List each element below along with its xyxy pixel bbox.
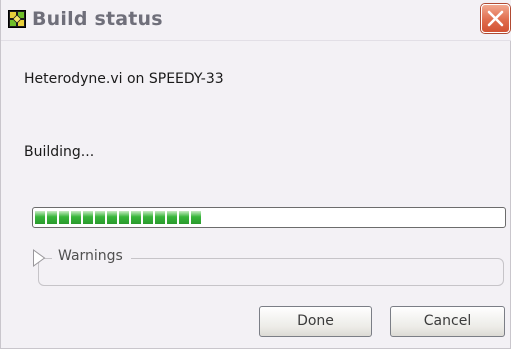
progress-segment [71,211,81,224]
progress-segment [59,211,69,224]
progress-segment [47,211,57,224]
progress-segment [179,211,189,224]
progress-segment [143,211,153,224]
build-status-dialog: Build status Heterodyne.vi on SPEEDY-33 … [0,0,511,349]
done-button[interactable]: Done [259,306,372,337]
labview-vi-icon [8,10,26,28]
build-progress-bar [32,207,506,228]
close-button[interactable] [481,4,510,33]
progress-segment [119,211,129,224]
expand-arrow-icon[interactable] [32,248,46,272]
progress-fill [35,211,203,224]
progress-segment [191,211,201,224]
build-status-text: Building... [24,144,95,160]
cancel-button[interactable]: Cancel [390,306,505,337]
vi-target-label: Heterodyne.vi on SPEEDY-33 [24,71,224,87]
progress-segment [155,211,165,224]
window-title: Build status [32,8,163,30]
progress-segment [35,211,45,224]
progress-segment [131,211,141,224]
title-bar[interactable]: Build status [1,0,511,41]
progress-segment [107,211,117,224]
warnings-label[interactable]: Warnings [52,248,131,264]
progress-segment [95,211,105,224]
close-icon [487,10,504,27]
progress-segment [167,211,177,224]
progress-segment [83,211,93,224]
